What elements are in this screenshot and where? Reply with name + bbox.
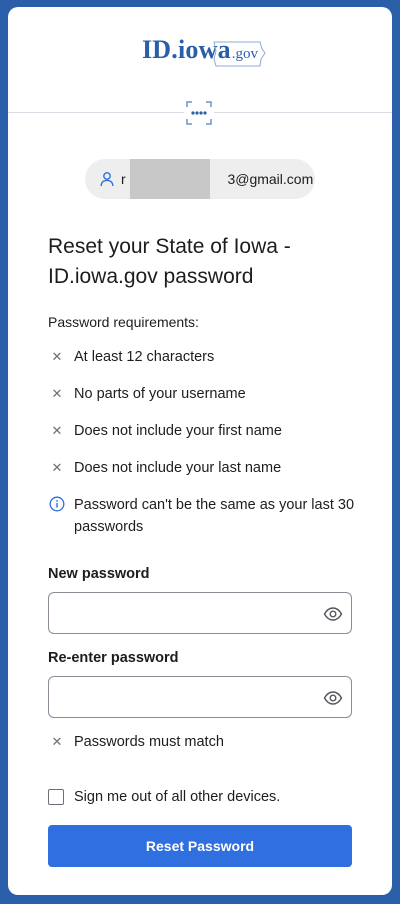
brand-logo: ID.iowa .gov <box>8 35 392 71</box>
requirements-list: ✕ At least 12 characters ✕ No parts of y… <box>48 346 368 553</box>
reset-password-card: ID.iowa .gov r 3@gmail.com Reset your St… <box>8 7 392 895</box>
requirement-text: Does not include your last name <box>74 460 282 476</box>
reset-password-button[interactable]: Reset Password <box>48 825 352 867</box>
x-icon: ✕ <box>51 349 63 364</box>
list-item: ✕ Does not include your first name <box>48 420 368 442</box>
new-password-field[interactable] <box>48 592 352 634</box>
signout-option[interactable]: Sign me out of all other devices. <box>48 789 280 805</box>
list-item: ✕ No parts of your username <box>48 383 368 405</box>
list-item: ✕ At least 12 characters <box>48 346 368 368</box>
eye-icon[interactable] <box>323 604 343 624</box>
requirements-title: Password requirements: <box>48 314 199 330</box>
x-icon: ✕ <box>51 386 63 401</box>
new-password-label: New password <box>48 566 150 582</box>
reenter-password-label: Re-enter password <box>48 650 179 666</box>
user-icon <box>100 172 114 187</box>
eye-icon[interactable] <box>323 688 343 708</box>
x-icon: ✕ <box>51 460 63 475</box>
signout-label: Sign me out of all other devices. <box>74 789 281 805</box>
x-icon: ✕ <box>51 734 63 749</box>
requirement-text: At least 12 characters <box>74 349 215 365</box>
email-suffix: 3@gmail.com <box>227 171 314 187</box>
password-authenticator-icon <box>184 99 214 127</box>
passwords-match-status: ✕ Passwords must match <box>48 734 224 750</box>
new-password-input[interactable] <box>59 594 323 634</box>
reenter-password-field[interactable] <box>48 676 352 718</box>
requirement-text: Password can't be the same as your last … <box>74 497 355 535</box>
requirement-text: No parts of your username <box>74 386 246 402</box>
list-item: ✕ Does not include your last name <box>48 457 368 479</box>
requirement-text: Does not include your first name <box>74 423 282 439</box>
iowa-outline-icon <box>213 41 266 67</box>
user-email: r 3@gmail.com <box>121 159 314 199</box>
signout-checkbox[interactable] <box>48 789 64 805</box>
list-item: Password can't be the same as your last … <box>48 494 368 538</box>
email-prefix: r <box>121 171 126 187</box>
redaction-mask <box>130 159 210 199</box>
reenter-password-input[interactable] <box>59 678 323 718</box>
info-icon <box>49 496 65 512</box>
user-identifier-pill: r 3@gmail.com <box>85 159 315 199</box>
page-title: Reset your State of Iowa - ID.iowa.gov p… <box>48 235 291 288</box>
match-text: Passwords must match <box>74 734 224 750</box>
x-icon: ✕ <box>51 423 63 438</box>
